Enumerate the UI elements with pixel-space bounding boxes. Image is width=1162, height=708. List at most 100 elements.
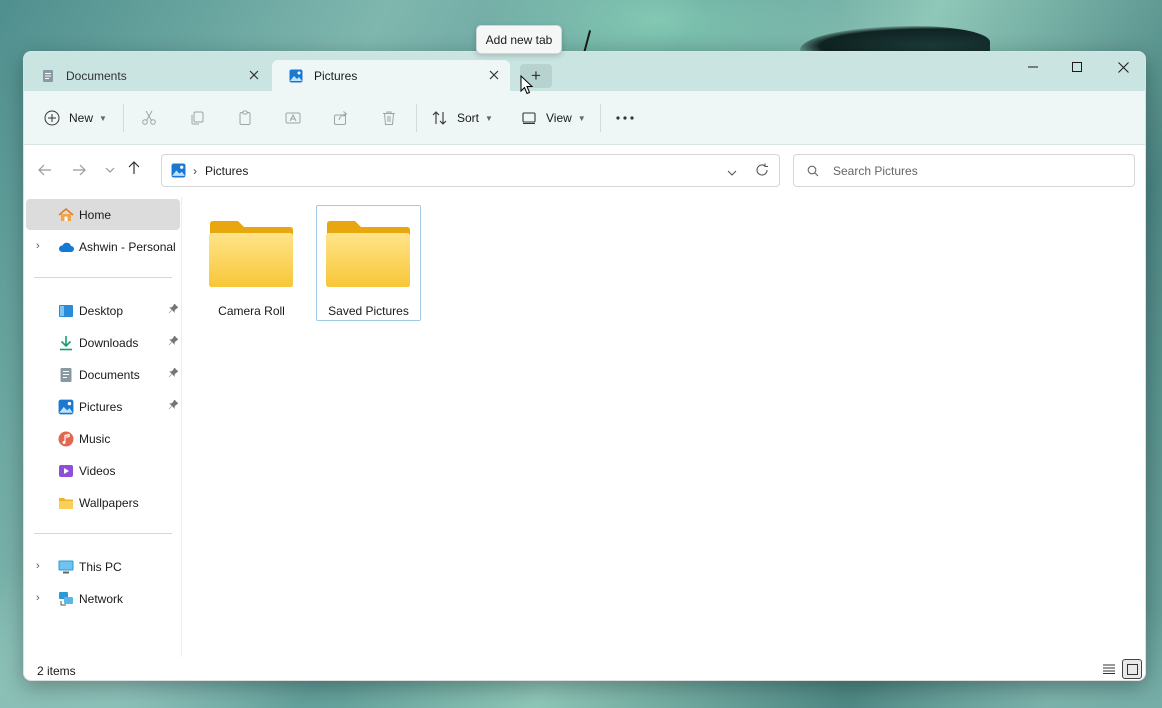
pin-icon[interactable] (168, 399, 179, 412)
tab-pictures[interactable]: Pictures (272, 60, 510, 91)
documents-icon (60, 368, 72, 382)
close-icon (1117, 61, 1129, 73)
music-icon (58, 431, 74, 447)
tiles-view-icon (1126, 663, 1138, 675)
sidebar-item-music[interactable]: Music (26, 423, 180, 454)
chevron-down-icon: ▼ (577, 113, 586, 123)
tab-label: Pictures (314, 68, 358, 83)
toolbar-divider (600, 104, 601, 132)
details-view-button[interactable] (1099, 659, 1119, 679)
more-options-button[interactable] (611, 104, 639, 132)
back-button[interactable] (33, 158, 57, 182)
pin-icon[interactable] (168, 367, 179, 380)
sort-button[interactable]: Sort ▼ (432, 104, 493, 132)
computer-icon (58, 560, 74, 574)
folder-icon (326, 221, 410, 287)
sort-icon (432, 111, 447, 125)
new-button[interactable]: New ▼ (44, 104, 107, 132)
video-icon (59, 465, 73, 477)
list-view-icon (1103, 664, 1115, 674)
folder-item-camera-roll[interactable]: Camera Roll (199, 205, 304, 321)
search-input[interactable] (833, 163, 1113, 178)
folder-icon (59, 498, 73, 509)
rename-icon (285, 112, 301, 124)
sidebar-item-onedrive[interactable]: › Ashwin - Personal (26, 231, 180, 262)
minimize-button[interactable] (1010, 52, 1056, 82)
chevron-down-icon (727, 170, 737, 176)
pin-icon[interactable] (168, 303, 179, 316)
navigation-pane: Home › Ashwin - Personal Desktop Downloa… (24, 197, 182, 657)
desktop-icon (59, 305, 73, 317)
new-label: New (69, 111, 94, 125)
share-button[interactable] (327, 104, 355, 132)
sidebar-item-home[interactable]: Home (26, 199, 180, 230)
pictures-icon (171, 163, 186, 178)
folder-icon (209, 221, 293, 287)
network-icon (59, 592, 73, 606)
sidebar-divider (34, 277, 172, 278)
up-button[interactable] (122, 156, 146, 180)
copy-button[interactable] (183, 104, 211, 132)
sort-label: Sort (457, 111, 480, 125)
view-icon (522, 112, 536, 124)
expand-chevron-icon[interactable]: › (36, 592, 40, 604)
sidebar-item-this-pc[interactable]: › This PC (26, 551, 180, 582)
sidebar-item-videos[interactable]: Videos (26, 455, 180, 486)
breadcrumb-pictures[interactable]: Pictures (205, 164, 248, 178)
refresh-button[interactable] (755, 163, 769, 180)
cut-button[interactable] (135, 104, 163, 132)
minimize-icon (1028, 66, 1038, 68)
tab-documents[interactable]: Documents (24, 60, 270, 91)
forward-button[interactable] (67, 158, 91, 182)
expand-chevron-icon[interactable]: › (36, 240, 40, 252)
delete-button[interactable] (375, 104, 403, 132)
more-icon (616, 116, 634, 120)
download-icon (60, 336, 72, 351)
breadcrumb-chevron-icon[interactable]: › (193, 164, 197, 178)
navigation-bar: › Pictures (24, 146, 1145, 196)
clipboard-icon (239, 110, 251, 125)
close-window-button[interactable] (1100, 52, 1145, 82)
documents-icon (41, 69, 55, 83)
plus-circle-icon (44, 110, 60, 126)
close-tab-icon[interactable] (246, 67, 262, 83)
rename-button[interactable] (279, 104, 307, 132)
add-new-tab-tooltip: Add new tab (476, 25, 562, 54)
sidebar-divider (34, 533, 172, 534)
folder-item-saved-pictures[interactable]: Saved Pictures (316, 205, 421, 321)
address-history-button[interactable] (727, 165, 737, 179)
toolbar-divider (416, 104, 417, 132)
view-button[interactable]: View ▼ (521, 104, 586, 132)
status-bar: 2 items (24, 657, 1145, 680)
tab-label: Documents (66, 68, 127, 83)
pin-icon[interactable] (168, 335, 179, 348)
sidebar-item-downloads[interactable]: Downloads (26, 327, 180, 358)
paste-button[interactable] (231, 104, 259, 132)
large-icons-view-button[interactable] (1122, 659, 1142, 679)
maximize-button[interactable] (1054, 52, 1100, 82)
refresh-icon (756, 163, 768, 176)
chevron-down-icon: ▼ (485, 113, 493, 123)
address-bar[interactable]: › Pictures (161, 154, 780, 187)
close-tab-icon[interactable] (486, 67, 502, 83)
arrow-up-icon (128, 161, 140, 174)
arrow-right-icon (73, 164, 86, 176)
scissors-icon (142, 110, 156, 125)
share-icon (334, 111, 348, 125)
command-bar: New ▼ Sort ▼ View ▼ (24, 91, 1145, 145)
folder-name: Saved Pictures (328, 304, 409, 318)
recent-locations-button[interactable] (98, 158, 122, 182)
sidebar-item-network[interactable]: › Network (26, 583, 180, 614)
expand-chevron-icon[interactable]: › (36, 560, 40, 572)
toolbar-divider (123, 104, 124, 132)
search-box[interactable] (793, 154, 1135, 187)
sidebar-item-wallpapers[interactable]: Wallpapers (26, 487, 180, 518)
sidebar-item-pictures[interactable]: Pictures (26, 391, 180, 422)
file-explorer-window: Documents Pictures + New ▼ Sort ▼ View ▼… (23, 51, 1146, 681)
file-list: Camera Roll Saved Pictures (184, 197, 1145, 657)
trash-icon (383, 111, 395, 125)
item-count: 2 items (37, 664, 76, 678)
sidebar-item-desktop[interactable]: Desktop (26, 295, 180, 326)
arrow-left-icon (38, 164, 51, 176)
sidebar-item-documents[interactable]: Documents (26, 359, 180, 390)
